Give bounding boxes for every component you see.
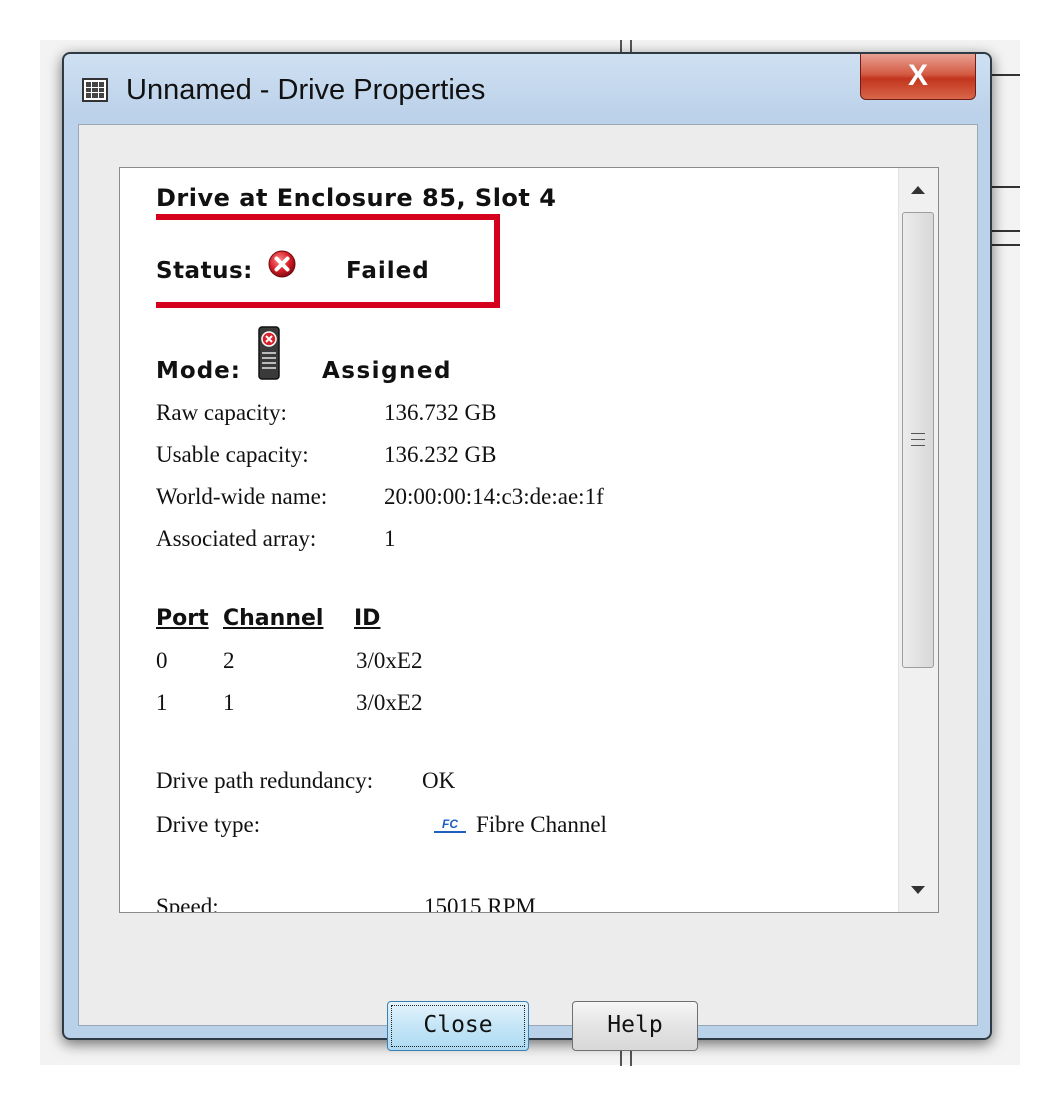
wwn-value: 20:00:00:14:c3:de:ae:1f [384, 484, 604, 509]
speed-value: 15015 RPM [424, 894, 536, 912]
drive-heading: Drive at Enclosure 85, Slot 4 [156, 184, 557, 212]
grip-line [911, 445, 925, 446]
drive-properties-dialog: Unnamed - Drive Properties X Drive at En… [62, 52, 992, 1051]
redundancy-label: Drive path redundancy: [156, 768, 374, 793]
redundancy-value: OK [422, 768, 456, 793]
fibre-channel-icon: FC [434, 817, 466, 833]
window-title: Unnamed - Drive Properties [126, 74, 486, 106]
status-label: Status: [156, 258, 253, 284]
usable-capacity-value: 136.232 GB [384, 442, 497, 467]
id-column-header: ID [354, 606, 381, 631]
properties-scroll-pane[interactable]: Drive at Enclosure 85, Slot 4 Status: Fa… [119, 167, 939, 913]
mode-value: Assigned [322, 358, 452, 384]
scrollbar-thumb[interactable] [902, 212, 934, 668]
title-bar[interactable]: Unnamed - Drive Properties X [64, 54, 990, 124]
channel-column-header: Channel [223, 606, 324, 631]
dialog-client-area: Drive at Enclosure 85, Slot 4 Status: Fa… [78, 124, 978, 1051]
status-value: Failed [346, 258, 430, 284]
table-cell: 2 [223, 648, 235, 673]
help-button-label: Help [607, 1012, 663, 1038]
usable-capacity-label: Usable capacity: [156, 442, 309, 467]
background-line [992, 186, 1020, 188]
properties-content: Drive at Enclosure 85, Slot 4 Status: Fa… [156, 168, 896, 912]
help-button[interactable]: Help [572, 1001, 698, 1051]
associated-array-value: 1 [384, 526, 396, 551]
port-column-header: Port [156, 606, 209, 631]
scroll-up-arrow-icon[interactable] [911, 186, 925, 194]
drive-failed-icon [258, 326, 280, 380]
speed-label: Speed: [156, 894, 219, 912]
grip-line [911, 439, 925, 440]
table-cell: 3/0xE2 [356, 648, 423, 673]
table-cell: 0 [156, 648, 168, 673]
table-cell: 3/0xE2 [356, 690, 423, 715]
raw-capacity-value: 136.732 GB [384, 400, 497, 425]
drive-type-value: Fibre Channel [476, 812, 607, 837]
close-button-label: Close [423, 1012, 493, 1038]
fc-badge-text: FC [442, 817, 458, 831]
wwn-label: World-wide name: [156, 484, 328, 509]
vertical-scrollbar[interactable] [898, 168, 938, 912]
window-close-button[interactable]: X [860, 54, 976, 100]
grip-line [911, 433, 925, 434]
background-line [992, 244, 1020, 246]
error-x-icon [268, 250, 296, 278]
grid-app-icon [82, 78, 108, 102]
close-button[interactable]: Close [387, 1001, 529, 1051]
table-cell: 1 [223, 690, 235, 715]
mode-label: Mode: [156, 358, 241, 384]
drive-type-label: Drive type: [156, 812, 261, 837]
associated-array-label: Associated array: [156, 526, 317, 551]
scroll-down-arrow-icon[interactable] [911, 886, 925, 894]
background-line [992, 230, 1020, 232]
raw-capacity-label: Raw capacity: [156, 400, 287, 425]
table-cell: 1 [156, 690, 168, 715]
